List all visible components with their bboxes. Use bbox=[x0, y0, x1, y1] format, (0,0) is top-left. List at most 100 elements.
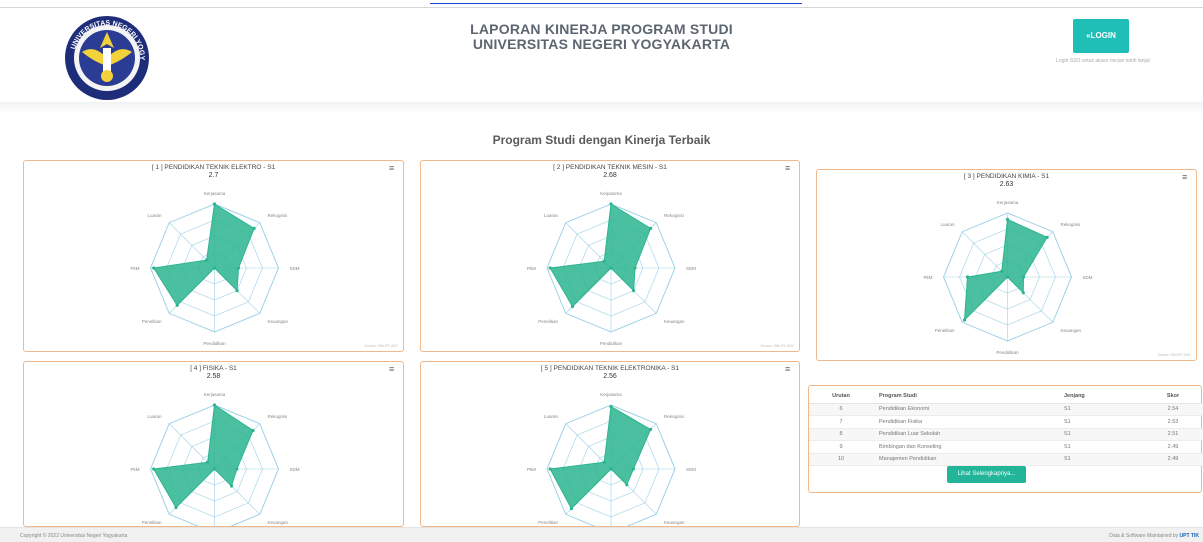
radar-point-luaran[interactable] bbox=[205, 258, 209, 262]
radar-point-rekognisi[interactable] bbox=[251, 428, 255, 433]
page-subtitle: UNIVERSITAS NEGERI YOGYAKARTA bbox=[472, 36, 731, 52]
cell-rank: 8 bbox=[809, 428, 873, 441]
hamburger-menu-icon[interactable]: ≡ bbox=[389, 365, 397, 374]
hamburger-menu-icon[interactable]: ≡ bbox=[785, 365, 793, 374]
radar-point-kerjasama[interactable] bbox=[1005, 217, 1010, 221]
chart-score: 2.56 bbox=[603, 373, 617, 380]
radar-point-sdm[interactable] bbox=[631, 467, 635, 471]
radar-chart: KerjasamaRekognisiSDMKeuanganPendidikanP… bbox=[924, 200, 1093, 355]
radar-point-pendidikan[interactable] bbox=[212, 266, 217, 270]
axis-label-sdm: SDM bbox=[686, 266, 696, 271]
see-more-button[interactable]: Lihat Selengkapnya... bbox=[947, 466, 1026, 483]
chart-credits: Source: SIM-PS UNY bbox=[760, 344, 794, 348]
radar-point-pkm[interactable] bbox=[152, 467, 156, 471]
chart-title: [ 4 ] FISIKA - S1 bbox=[190, 365, 237, 372]
cell-score: 2.49 bbox=[1143, 453, 1203, 466]
radar-chart: KerjasamaRekognisiSDMKeuanganPendidikanP… bbox=[527, 392, 696, 526]
cell-program: Manajemen Pendidikan bbox=[873, 453, 1058, 466]
radar-point-penelitian[interactable] bbox=[175, 303, 179, 307]
cell-program: Bimbingan dan Konseling bbox=[873, 440, 1058, 454]
radar-point-pendidikan[interactable] bbox=[609, 266, 613, 270]
radar-point-pkm[interactable] bbox=[152, 266, 156, 270]
axis-label-penelitian: Penelitian bbox=[538, 319, 558, 324]
axis-label-rekognisi: Rekognisi bbox=[664, 213, 684, 218]
axis-label-keuangan: Keuangan bbox=[664, 319, 685, 324]
radar-point-pendidikan[interactable] bbox=[609, 467, 613, 471]
radar-point-luaran[interactable] bbox=[1000, 269, 1004, 273]
maintained-text: Data & Software Maintained by bbox=[1109, 533, 1179, 539]
radar-point-luaran[interactable] bbox=[206, 460, 210, 464]
chart-score: 2.7 bbox=[208, 172, 219, 179]
maintained-by: Data & Software Maintained by UPT TIK bbox=[1109, 533, 1199, 539]
cell-score: 2.53 bbox=[1143, 415, 1203, 429]
radar-point-keuangan[interactable] bbox=[625, 483, 629, 487]
radar-chart-card: KerjasamaRekognisiSDMKeuanganPendidikanP… bbox=[420, 160, 800, 352]
axis-label-pkm: PkM bbox=[527, 467, 536, 472]
radar-point-penelitian[interactable] bbox=[569, 507, 573, 511]
page-footer: Copyright © 2022 Universitas Negeri Yogy… bbox=[0, 527, 1203, 542]
radar-point-kerjasama[interactable] bbox=[212, 202, 217, 206]
header-program: Program Studi bbox=[873, 390, 1058, 404]
table-header-row: Urutan Program Studi Jenjang Skor bbox=[809, 390, 1203, 404]
radar-point-rekognisi[interactable] bbox=[649, 427, 653, 431]
chart-title: [ 3 ] PENDIDIKAN KIMIA - S1 bbox=[963, 173, 1050, 180]
radar-point-luaran[interactable] bbox=[602, 259, 606, 263]
axis-label-rekognisi: Rekognisi bbox=[1061, 222, 1081, 227]
radar-chart-card: KerjasamaRekognisiSDMKeuanganPendidikanP… bbox=[816, 169, 1197, 361]
table-row: 10 Manajemen Pendidikan S1 2.49 bbox=[809, 453, 1203, 466]
login-button[interactable]: «LOGIN bbox=[1073, 19, 1129, 53]
chart-score: 2.63 bbox=[999, 181, 1014, 188]
radar-point-sdm[interactable] bbox=[236, 266, 241, 270]
radar-point-rekognisi[interactable] bbox=[252, 226, 256, 230]
radar-point-penelitian[interactable] bbox=[174, 505, 178, 510]
radar-point-keuangan[interactable] bbox=[632, 289, 636, 293]
radar-point-sdm[interactable] bbox=[633, 266, 637, 270]
radar-point-pendidikan[interactable] bbox=[1005, 275, 1010, 279]
top-link-underline[interactable] bbox=[430, 0, 802, 4]
table-row: 9 Bimbingan dan Konseling S1 2.49 bbox=[809, 440, 1203, 454]
radar-chart-card: KerjasamaRekognisiSDMKeuanganPendidikanP… bbox=[23, 361, 404, 527]
radar-series-area bbox=[549, 203, 652, 308]
axis-label-penelitian: Penelitian bbox=[538, 520, 558, 525]
cell-level: S1 bbox=[1058, 415, 1143, 429]
page-header: UNIVERSITAS NEGERI YOGYAKARTA LAPORAN KI… bbox=[0, 8, 1203, 106]
hamburger-menu-icon[interactable]: ≡ bbox=[1182, 173, 1190, 182]
radar-point-kerjasama[interactable] bbox=[212, 403, 217, 407]
cell-score: 2.51 bbox=[1143, 428, 1203, 441]
axis-label-kerjasama: Kerjasama bbox=[997, 200, 1019, 205]
radar-chart: KerjasamaRekognisiSDMKeuanganPendidikanP… bbox=[131, 191, 300, 346]
axis-label-keuangan: Keuangan bbox=[1061, 328, 1082, 333]
radar-point-keuangan[interactable] bbox=[1021, 291, 1025, 295]
radar-chart-card: KerjasamaRekognisiSDMKeuanganPendidikanP… bbox=[23, 160, 404, 352]
radar-point-pkm[interactable] bbox=[548, 467, 552, 471]
axis-label-luaran: Luaran bbox=[544, 213, 559, 218]
axis-label-keuangan: Keuangan bbox=[268, 319, 289, 324]
axis-label-pkm: PkM bbox=[527, 266, 536, 271]
radar-point-penelitian[interactable] bbox=[962, 318, 967, 322]
radar-point-sdm[interactable] bbox=[235, 467, 239, 471]
axis-label-luaran: Luaran bbox=[544, 414, 559, 419]
radar-point-pkm[interactable] bbox=[965, 275, 970, 279]
radar-point-sdm[interactable] bbox=[1021, 275, 1026, 279]
cell-program: Pendidikan Luar Sekolah bbox=[873, 428, 1058, 441]
radar-point-keuangan[interactable] bbox=[235, 289, 239, 293]
copyright-text: Copyright © 2022 Universitas Negeri Yogy… bbox=[20, 533, 128, 539]
radar-chart: KerjasamaRekognisiSDMKeuanganPendidikanP… bbox=[131, 392, 300, 526]
radar-point-penelitian[interactable] bbox=[570, 304, 575, 309]
radar-point-rekognisi[interactable] bbox=[1045, 235, 1049, 239]
radar-chart: KerjasamaRekognisiSDMKeuanganPendidikanP… bbox=[527, 191, 696, 346]
radar-point-luaran[interactable] bbox=[602, 460, 606, 464]
maintainer-link[interactable]: UPT TIK bbox=[1180, 533, 1199, 539]
radar-point-kerjasama[interactable] bbox=[609, 202, 613, 206]
radar-point-pkm[interactable] bbox=[548, 266, 552, 270]
axis-label-kerjasama: Kerjasama bbox=[600, 392, 622, 397]
hamburger-menu-icon[interactable]: ≡ bbox=[785, 164, 793, 173]
axis-label-rekognisi: Rekognisi bbox=[268, 414, 288, 419]
radar-point-kerjasama[interactable] bbox=[609, 405, 613, 409]
hamburger-menu-icon[interactable]: ≡ bbox=[389, 164, 397, 173]
axis-label-penelitian: Penelitian bbox=[935, 328, 955, 333]
axis-label-sdm: SDM bbox=[686, 467, 696, 472]
radar-point-keuangan[interactable] bbox=[229, 484, 234, 488]
radar-point-rekognisi[interactable] bbox=[649, 226, 653, 230]
radar-point-pendidikan[interactable] bbox=[212, 467, 217, 471]
